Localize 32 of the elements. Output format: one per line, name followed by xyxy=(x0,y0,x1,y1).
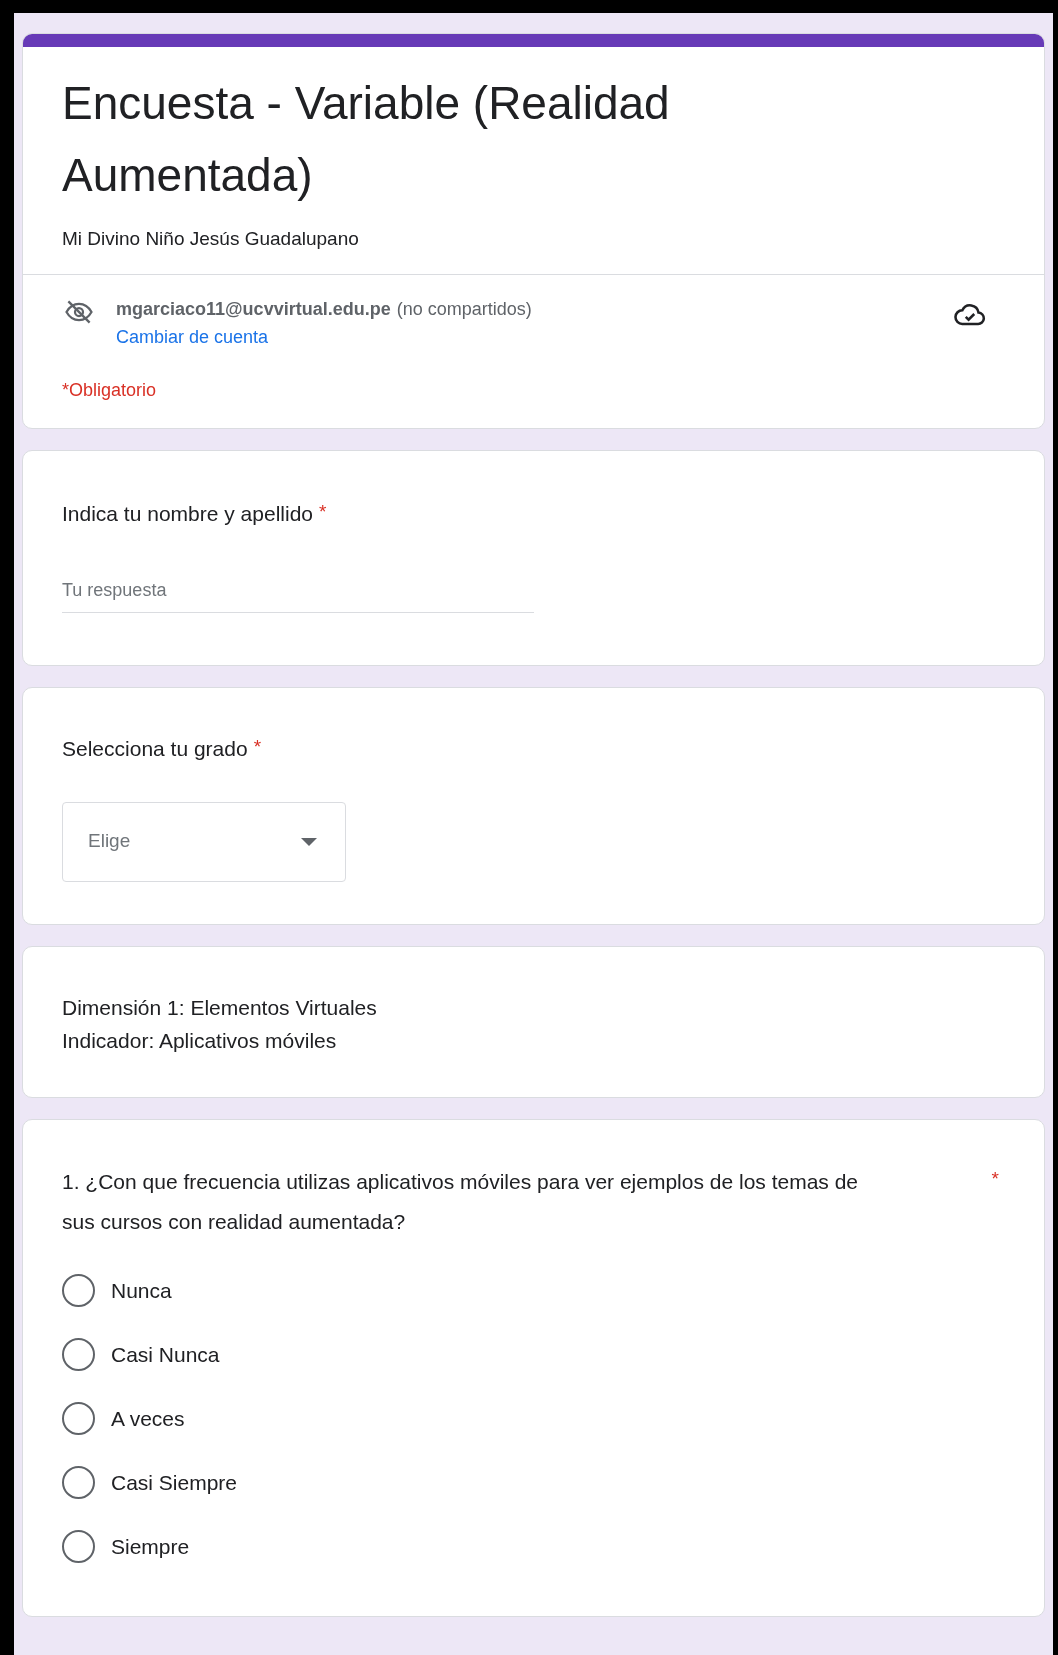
sharing-note: (no compartidos) xyxy=(396,297,532,321)
option-label: Siempre xyxy=(111,1533,190,1560)
required-asterisk: * xyxy=(319,499,327,524)
dropdown-caret-icon xyxy=(301,837,317,846)
radio-option[interactable]: A veces xyxy=(62,1401,1005,1436)
form-title: Encuesta - Variable (Realidad Aumentada) xyxy=(62,76,671,203)
option-label: A veces xyxy=(111,1405,185,1432)
question-label: Indica tu nombre y apellido xyxy=(62,500,313,527)
switch-account-link[interactable]: Cambiar de cuenta xyxy=(116,322,269,351)
radio-button[interactable] xyxy=(62,1402,95,1435)
radio-option[interactable]: Nunca xyxy=(62,1273,1005,1308)
radio-button[interactable] xyxy=(62,1530,95,1563)
question-label: 1. ¿Con que frecuencia utilizas aplicativos móviles para ver ejemplos de los temas de sus cursos con realidad aumentada? xyxy=(62,1168,860,1235)
option-label: Nunca xyxy=(111,1277,172,1304)
required-note: *Obligatorio xyxy=(62,378,158,402)
answer-input-field[interactable]: Tu respuesta xyxy=(62,576,534,613)
radio-option[interactable]: Siempre xyxy=(62,1529,1005,1564)
account-email: mgarciaco11@ucvvirtual.edu.pe xyxy=(116,297,391,321)
required-asterisk: * xyxy=(253,734,262,759)
grade-dropdown[interactable]: Elige xyxy=(62,801,346,882)
question-label: Selecciona tu grado xyxy=(62,735,248,762)
radio-button[interactable] xyxy=(62,1466,95,1499)
radio-option[interactable]: Casi Siempre xyxy=(62,1465,1005,1500)
required-asterisk: * xyxy=(991,1166,999,1191)
option-label: Casi Siempre xyxy=(111,1469,238,1496)
radio-button[interactable] xyxy=(62,1274,95,1307)
radio-button[interactable] xyxy=(62,1338,95,1371)
section-description: Dimensión 1: Elementos Virtuales Indicador: Aplicativos móviles xyxy=(62,994,378,1054)
form-description: Mi Divino Niño Jesús Guadalupano xyxy=(62,227,360,251)
radio-option[interactable]: Casi Nunca xyxy=(62,1337,1005,1372)
dropdown-placeholder: Elige xyxy=(88,829,131,854)
option-label: Casi Nunca xyxy=(111,1341,220,1368)
